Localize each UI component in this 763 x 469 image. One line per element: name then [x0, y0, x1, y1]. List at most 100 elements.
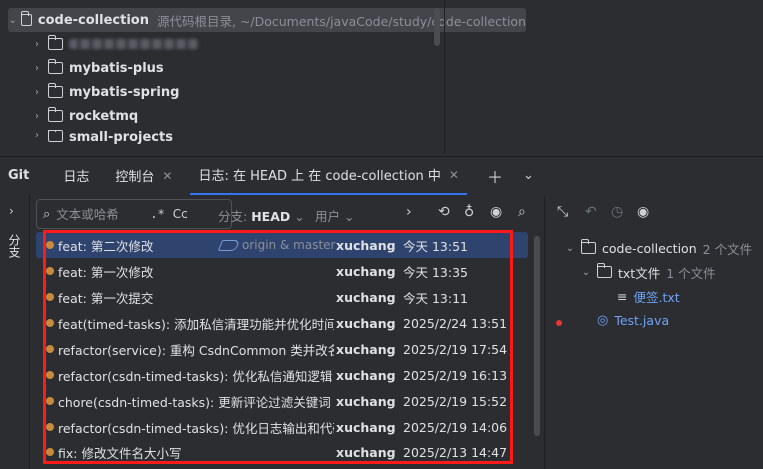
- eye-icon[interactable]: ◉: [637, 204, 649, 220]
- search-icon[interactable]: ⌕: [43, 207, 50, 222]
- close-icon[interactable]: ✕: [162, 169, 172, 183]
- blurred-name: [69, 39, 199, 49]
- branch-filter-value: HEAD: [251, 209, 291, 224]
- commit-row[interactable]: refactor(csdn-timed-tasks): 优化日志输出和代码 xu…: [36, 414, 528, 440]
- folder-icon: [47, 35, 63, 50]
- tree-item-blurred[interactable]: ›: [30, 32, 199, 56]
- changes-folder-count: 1 个文件: [666, 265, 716, 281]
- changes-file-test-java[interactable]: ◎ Test.java: [597, 308, 669, 332]
- branches-label[interactable]: 分支: [6, 234, 23, 258]
- search-icon[interactable]: ⌕: [518, 204, 526, 220]
- tab-log-head[interactable]: 日志: 在 HEAD 上 在 code-collection 中 ✕: [190, 157, 467, 195]
- commit-row[interactable]: refactor(service): 重构 CsdnCommon 类并改名 xu…: [36, 336, 528, 362]
- chevron-down-icon[interactable]: ⌄: [523, 168, 534, 183]
- changes-root-name: code-collection: [602, 240, 697, 256]
- branch-filter-label: 分支:: [218, 209, 248, 224]
- file-name: 便签.txt: [633, 289, 680, 305]
- chevron-right-icon[interactable]: ›: [9, 204, 14, 218]
- user-filter-label: 用户: [315, 209, 341, 224]
- chevron-down-icon[interactable]: ⌄: [579, 267, 593, 278]
- tab-log[interactable]: 日志: [55, 157, 97, 195]
- chevron-down-icon[interactable]: ⌄: [563, 243, 577, 254]
- commit-author: xuchang: [336, 419, 396, 435]
- tab-label: 日志: [63, 170, 90, 185]
- commit-date: 2025/2/19 16:13: [403, 367, 508, 383]
- tab-console[interactable]: 控制台 ✕: [107, 157, 180, 195]
- folder-icon: [47, 59, 63, 74]
- commit-date: 2025/2/19 17:54: [403, 341, 508, 357]
- tree-item-label: small-projects: [69, 130, 173, 145]
- tree-item-mybatis-spring[interactable]: › mybatis-spring: [30, 80, 179, 104]
- plus-icon[interactable]: ＋: [487, 164, 503, 188]
- tree-root-code-collection[interactable]: ⌄ code-collection 源代码根目录, ~/Documents/ja…: [8, 8, 526, 32]
- chevron-right-icon[interactable]: ›: [30, 111, 44, 122]
- tab-label: 控制台: [115, 170, 155, 185]
- close-icon[interactable]: ✕: [449, 168, 459, 182]
- undo-icon[interactable]: ↶: [585, 204, 597, 220]
- commit-dot: [46, 241, 54, 249]
- chevron-down-icon[interactable]: ⌄: [8, 15, 17, 26]
- chevron-right-icon[interactable]: ›: [406, 204, 412, 220]
- match-case-toggle[interactable]: Cc: [173, 207, 188, 221]
- changes-folder-name: txt文件: [618, 265, 661, 281]
- tree-root-path: 源代码根目录, ~/Documents/javaCode/study/code-…: [156, 13, 526, 29]
- file-name: Test.java: [614, 312, 670, 328]
- commit-author: xuchang: [336, 341, 396, 357]
- changes-root[interactable]: ⌄ code-collection 2 个文件: [563, 236, 752, 260]
- tree-item-rocketmq[interactable]: › rocketmq: [30, 104, 138, 128]
- commit-refs: origin & master: [217, 238, 335, 252]
- changes-panel: ⤡ ↶ ◷ ◉ ⌄ code-collection 2 个文件 ⌄ txt文件 …: [544, 196, 763, 469]
- commit-author: xuchang: [336, 393, 396, 409]
- toolwindow-tabbar: Git 日志 控制台 ✕ 日志: 在 HEAD 上 在 code-collect…: [0, 156, 763, 195]
- commit-message: feat(timed-tasks): 添加私信清理功能并优化时间: [58, 316, 334, 332]
- commit-row[interactable]: fix: 修改文件名大小写 xuchang 2025/2/13 14:47: [36, 440, 528, 464]
- commit-author: xuchang: [336, 367, 396, 383]
- commit-dot: [46, 448, 54, 456]
- refresh-icon[interactable]: ⟲: [438, 204, 450, 220]
- commit-author: xuchang: [336, 315, 396, 331]
- commit-message: feat: 第一次修改: [58, 264, 154, 280]
- log-toolbar: ⌕ .* Cc 分支: HEAD ⌄ 用户 ⌄ › ⟲ ♁ ◉ ⌕: [30, 196, 544, 232]
- expand-icon[interactable]: ⤡: [557, 204, 568, 220]
- history-icon[interactable]: ◷: [611, 204, 623, 220]
- commit-date: 2025/2/19 15:52: [403, 393, 508, 409]
- branch-filter[interactable]: 分支: HEAD ⌄: [218, 206, 305, 225]
- tree-item-label: mybatis-spring: [69, 84, 180, 100]
- commit-list: feat: 第二次修改 origin & master xuchang 今天 1…: [36, 232, 528, 469]
- tree-item-mybatis-plus[interactable]: › mybatis-plus: [30, 56, 164, 80]
- user-filter[interactable]: 用户 ⌄: [315, 206, 354, 225]
- commit-dot: [46, 371, 54, 379]
- commit-row[interactable]: feat: 第一次提交 xuchang 今天 13:11: [36, 284, 528, 310]
- commit-row[interactable]: feat(timed-tasks): 添加私信清理功能并优化时间 xuchang…: [36, 310, 528, 336]
- eye-icon[interactable]: ◉: [490, 204, 502, 220]
- changes-folder-txt[interactable]: ⌄ txt文件 1 个文件: [579, 260, 716, 284]
- chevron-right-icon[interactable]: ›: [30, 63, 44, 74]
- changes-file-note[interactable]: ≡ 便签.txt: [617, 284, 680, 308]
- commit-author: xuchang: [336, 263, 396, 279]
- commit-list-scrollbar[interactable]: [534, 236, 540, 436]
- chevron-right-icon[interactable]: ›: [30, 39, 44, 50]
- folder-icon: [596, 263, 612, 278]
- cherry-pick-icon[interactable]: ♁: [464, 204, 474, 220]
- chevron-right-icon[interactable]: ›: [30, 130, 44, 141]
- commit-date: 今天 13:35: [403, 264, 468, 280]
- commit-row[interactable]: refactor(csdn-timed-tasks): 优化私信通知逻辑 xuc…: [36, 362, 528, 388]
- tab-label: 日志: 在 HEAD 上 在 code-collection 中: [198, 169, 441, 184]
- tree-item-small-projects[interactable]: › small-projects: [30, 130, 173, 148]
- search-box: ⌕ .* Cc: [36, 199, 232, 229]
- folder-icon: [47, 83, 63, 98]
- tree-root-name: code-collection: [37, 12, 149, 28]
- branches-strip: › 分支: [0, 194, 30, 469]
- chevron-down-icon: ⌄: [344, 209, 355, 224]
- commit-row[interactable]: chore(csdn-timed-tasks): 更新评论过滤关键词 xucha…: [36, 388, 528, 414]
- commit-dot: [46, 267, 54, 275]
- commit-row[interactable]: feat: 第一次修改 xuchang 今天 13:35: [36, 258, 528, 284]
- commit-date: 2025/2/19 14:06: [403, 419, 508, 435]
- search-input[interactable]: [56, 206, 147, 222]
- tree-scrollbar[interactable]: [434, 8, 440, 46]
- chevron-right-icon[interactable]: ›: [30, 87, 44, 98]
- commit-date: 2025/2/13 14:47: [403, 444, 508, 460]
- commit-row[interactable]: feat: 第二次修改 origin & master xuchang 今天 1…: [36, 232, 528, 258]
- regex-toggle[interactable]: .*: [150, 207, 164, 221]
- chevron-down-icon: ⌄: [294, 209, 305, 224]
